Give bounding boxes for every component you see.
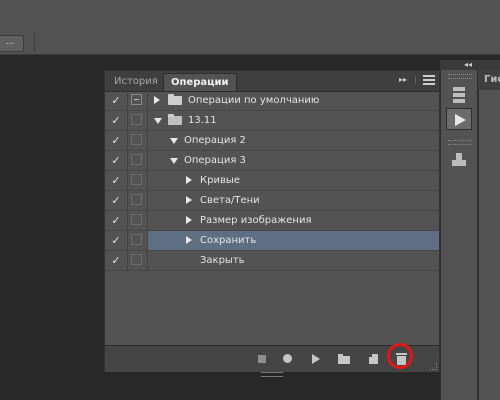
collapsed-triangle-icon[interactable] (154, 96, 160, 104)
more-options-button[interactable]: ... (0, 35, 24, 52)
action-label: Размер изображения (200, 215, 312, 226)
new-set-icon[interactable] (337, 352, 351, 366)
expanded-triangle-icon[interactable] (170, 138, 178, 144)
toggle-dialog-icon[interactable] (131, 234, 142, 245)
action-row[interactable]: ✓ 13.11 (105, 111, 439, 131)
action-label: 13.11 (188, 115, 217, 126)
column-divider (127, 211, 128, 231)
column-divider (127, 251, 128, 271)
clone-source-icon[interactable] (446, 150, 472, 172)
collapsed-triangle-icon[interactable] (186, 216, 192, 224)
column-divider (127, 231, 128, 251)
action-row-content[interactable]: 13.11 (148, 111, 439, 130)
toggle-dialog-icon[interactable] (131, 154, 142, 165)
toggle-item-checkmark-icon[interactable]: ✓ (109, 214, 123, 228)
action-row[interactable]: ✓ Сохранить (105, 231, 439, 251)
action-row-content[interactable]: Закрыть (148, 251, 439, 270)
action-row-content[interactable]: Размер изображения (148, 211, 439, 230)
actions-panel-icon[interactable] (446, 108, 472, 130)
action-label: Закрыть (200, 255, 245, 266)
action-row[interactable]: ✓ Операция 2 (105, 131, 439, 151)
column-divider (127, 191, 128, 211)
action-row[interactable]: ✓ Размер изображения (105, 211, 439, 231)
column-divider (127, 91, 128, 111)
toggle-item-checkmark-icon[interactable]: ✓ (109, 194, 123, 208)
toggle-item-checkmark-icon[interactable]: ✓ (109, 254, 123, 268)
action-label: Света/Тени (200, 195, 260, 206)
toggle-item-checkmark-icon[interactable]: ✓ (109, 94, 123, 108)
record-icon[interactable] (281, 352, 295, 366)
toggle-dialog-icon[interactable] (131, 134, 142, 145)
panel-tab-bar: История Операции ▸▸ | (105, 71, 439, 92)
toggle-dialog-icon[interactable] (131, 254, 142, 265)
toggle-dialog-icon[interactable] (131, 94, 142, 105)
dock-grip[interactable] (448, 74, 472, 79)
dock-grip[interactable] (448, 140, 472, 145)
action-row-content[interactable]: Операция 2 (148, 131, 439, 150)
action-label: Операции по умолчанию (188, 95, 320, 106)
folder-icon (168, 94, 182, 105)
action-row[interactable]: ✓ Операции по умолчанию (105, 91, 439, 111)
resize-grip[interactable] (430, 363, 437, 370)
collapsed-triangle-icon[interactable] (186, 176, 192, 184)
play-icon[interactable] (309, 352, 323, 366)
collapse-dock-icon[interactable]: ◂◂ (464, 60, 472, 69)
toggle-item-checkmark-icon[interactable]: ✓ (109, 234, 123, 248)
toggle-item-checkmark-icon[interactable]: ✓ (109, 134, 123, 148)
action-row-content[interactable]: Кривые (148, 171, 439, 190)
stop-icon[interactable] (255, 352, 269, 366)
new-action-icon[interactable] (367, 352, 381, 366)
toggle-item-checkmark-icon[interactable]: ✓ (109, 174, 123, 188)
options-bar: ... (0, 0, 500, 55)
action-row-content[interactable]: Операции по умолчанию (148, 91, 439, 110)
panel-menu-icon[interactable] (423, 75, 435, 85)
actions-panel: История Операции ▸▸ | ✓ Операции по умолч… (104, 70, 440, 377)
action-row[interactable]: ✓ Света/Тени (105, 191, 439, 211)
actions-list: ✓ Операции по умолчанию ✓ 13.11 ✓ Операция 2 ✓… (105, 91, 439, 343)
toggle-dialog-icon[interactable] (131, 194, 142, 205)
tab-separator: | (414, 75, 417, 84)
expanded-triangle-icon[interactable] (154, 118, 162, 124)
history-panel-icon[interactable] (446, 84, 472, 106)
toggle-dialog-icon[interactable] (131, 114, 142, 125)
tab-histogram[interactable]: Гис (484, 70, 500, 90)
toggle-dialog-icon[interactable] (131, 214, 142, 225)
toggle-item-checkmark-icon[interactable]: ✓ (109, 114, 123, 128)
actions-toolbar (105, 343, 439, 372)
folder-open-icon (168, 114, 182, 125)
collapsed-triangle-icon[interactable] (186, 196, 192, 204)
action-row[interactable]: ✓ Операция 3 (105, 151, 439, 171)
options-separator (34, 32, 35, 52)
action-label: Операция 3 (184, 155, 246, 166)
expanded-triangle-icon[interactable] (170, 158, 178, 164)
collapse-panel-icon[interactable]: ▸▸ (399, 75, 407, 84)
action-label: Операция 2 (184, 135, 246, 146)
column-divider (127, 111, 128, 131)
action-row[interactable]: ✓ Кривые (105, 171, 439, 191)
collapsed-triangle-icon[interactable] (186, 236, 192, 244)
column-divider (127, 171, 128, 191)
column-divider (127, 131, 128, 151)
action-row-content[interactable]: Операция 3 (148, 151, 439, 170)
tab-actions[interactable]: Операции (163, 73, 237, 91)
column-divider (127, 151, 128, 171)
histogram-panel (478, 70, 500, 400)
toggle-item-checkmark-icon[interactable]: ✓ (109, 154, 123, 168)
toggle-dialog-icon[interactable] (131, 174, 142, 185)
action-row-content[interactable]: Света/Тени (148, 191, 439, 210)
action-label: Кривые (200, 175, 240, 186)
action-row[interactable]: ✓ Закрыть (105, 251, 439, 271)
action-row-content[interactable]: Сохранить (148, 231, 439, 250)
panel-resize-handle[interactable] (261, 372, 283, 377)
tab-history[interactable]: История (107, 73, 165, 91)
highlight-circle (387, 343, 413, 369)
action-label: Сохранить (200, 235, 257, 246)
